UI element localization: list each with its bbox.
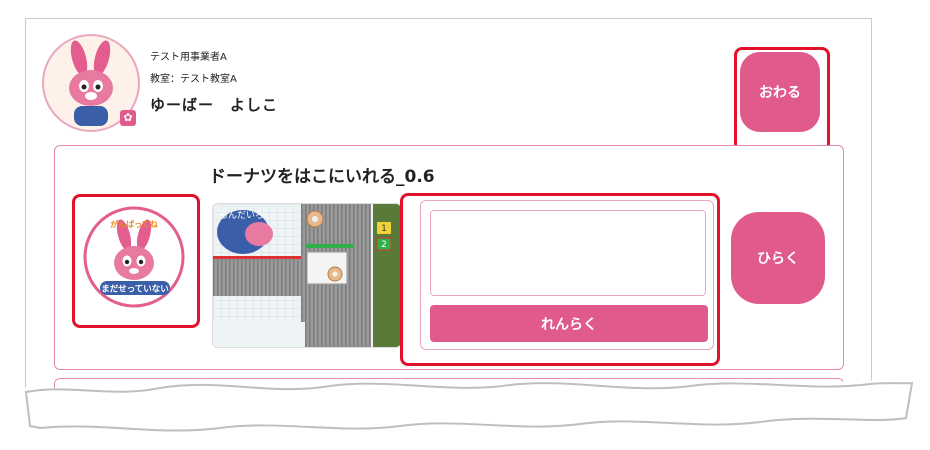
status-badge-icon: がんばってね まだせっていない bbox=[83, 206, 185, 308]
operator-name: テスト用事業者A bbox=[150, 52, 227, 63]
counter-2: 2 bbox=[381, 240, 387, 250]
lesson-title: ドーナツをはこにいれる_0.6 bbox=[209, 167, 435, 187]
game-preview-image: 1 2 らんだいろ bbox=[213, 204, 401, 347]
send-message-button[interactable]: れんらく bbox=[430, 305, 708, 342]
badge-top-text: がんばってね bbox=[110, 219, 158, 229]
lesson-thumbnail[interactable]: 1 2 らんだいろ bbox=[212, 203, 402, 348]
message-input[interactable] bbox=[430, 210, 706, 296]
counter-1: 1 bbox=[381, 224, 387, 234]
end-button[interactable]: おわる bbox=[740, 52, 820, 132]
user-name: ゆーばー よしこ bbox=[150, 96, 279, 114]
torn-edge-decoration bbox=[0, 380, 930, 450]
thumbnail-label: らんだいろ bbox=[219, 210, 264, 221]
classroom-name: 教室：テスト教室A bbox=[150, 74, 237, 85]
open-button[interactable]: ひらく bbox=[731, 212, 825, 304]
gear-icon[interactable]: ✿ bbox=[120, 110, 136, 126]
badge-bottom-text: まだせっていない bbox=[101, 285, 169, 295]
